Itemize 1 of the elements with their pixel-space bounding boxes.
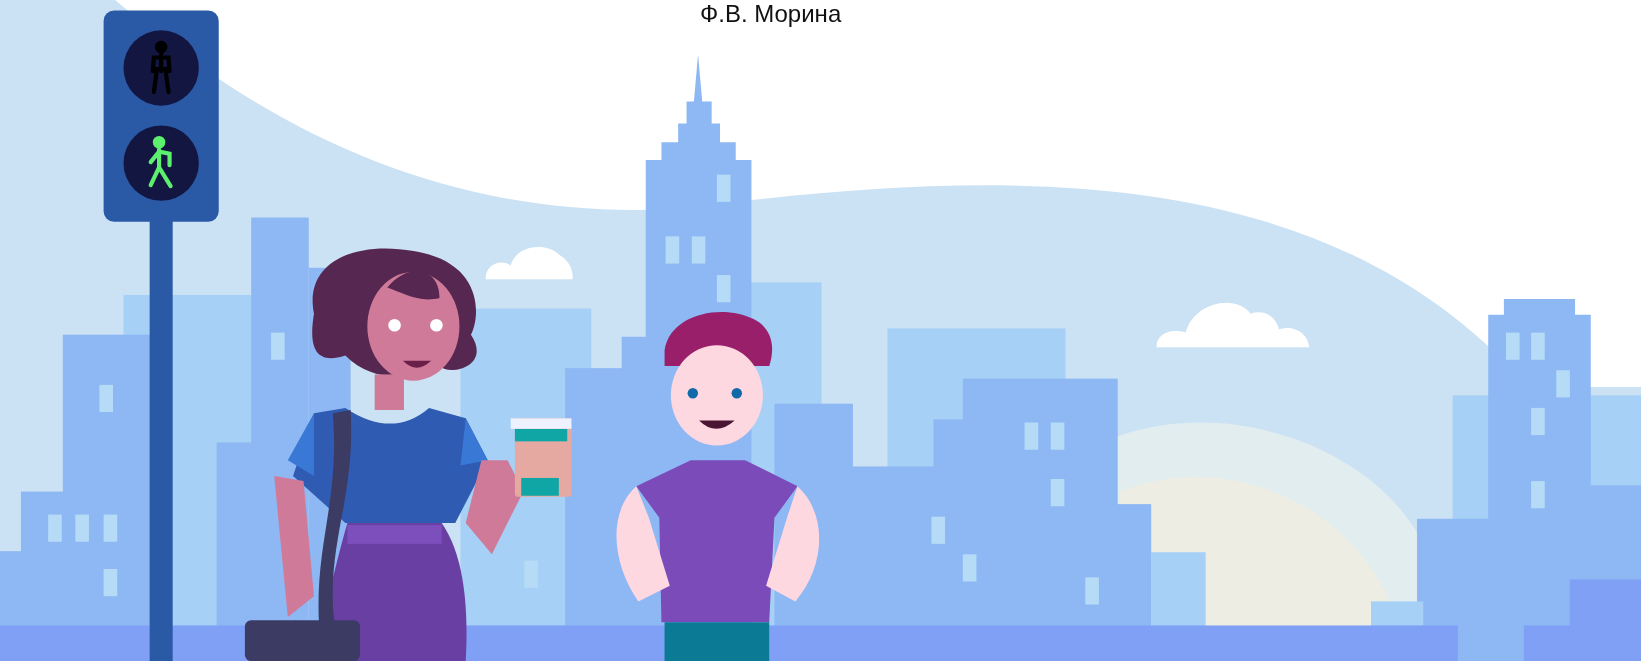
author-name: Ф.В. Морина — [700, 0, 842, 28]
